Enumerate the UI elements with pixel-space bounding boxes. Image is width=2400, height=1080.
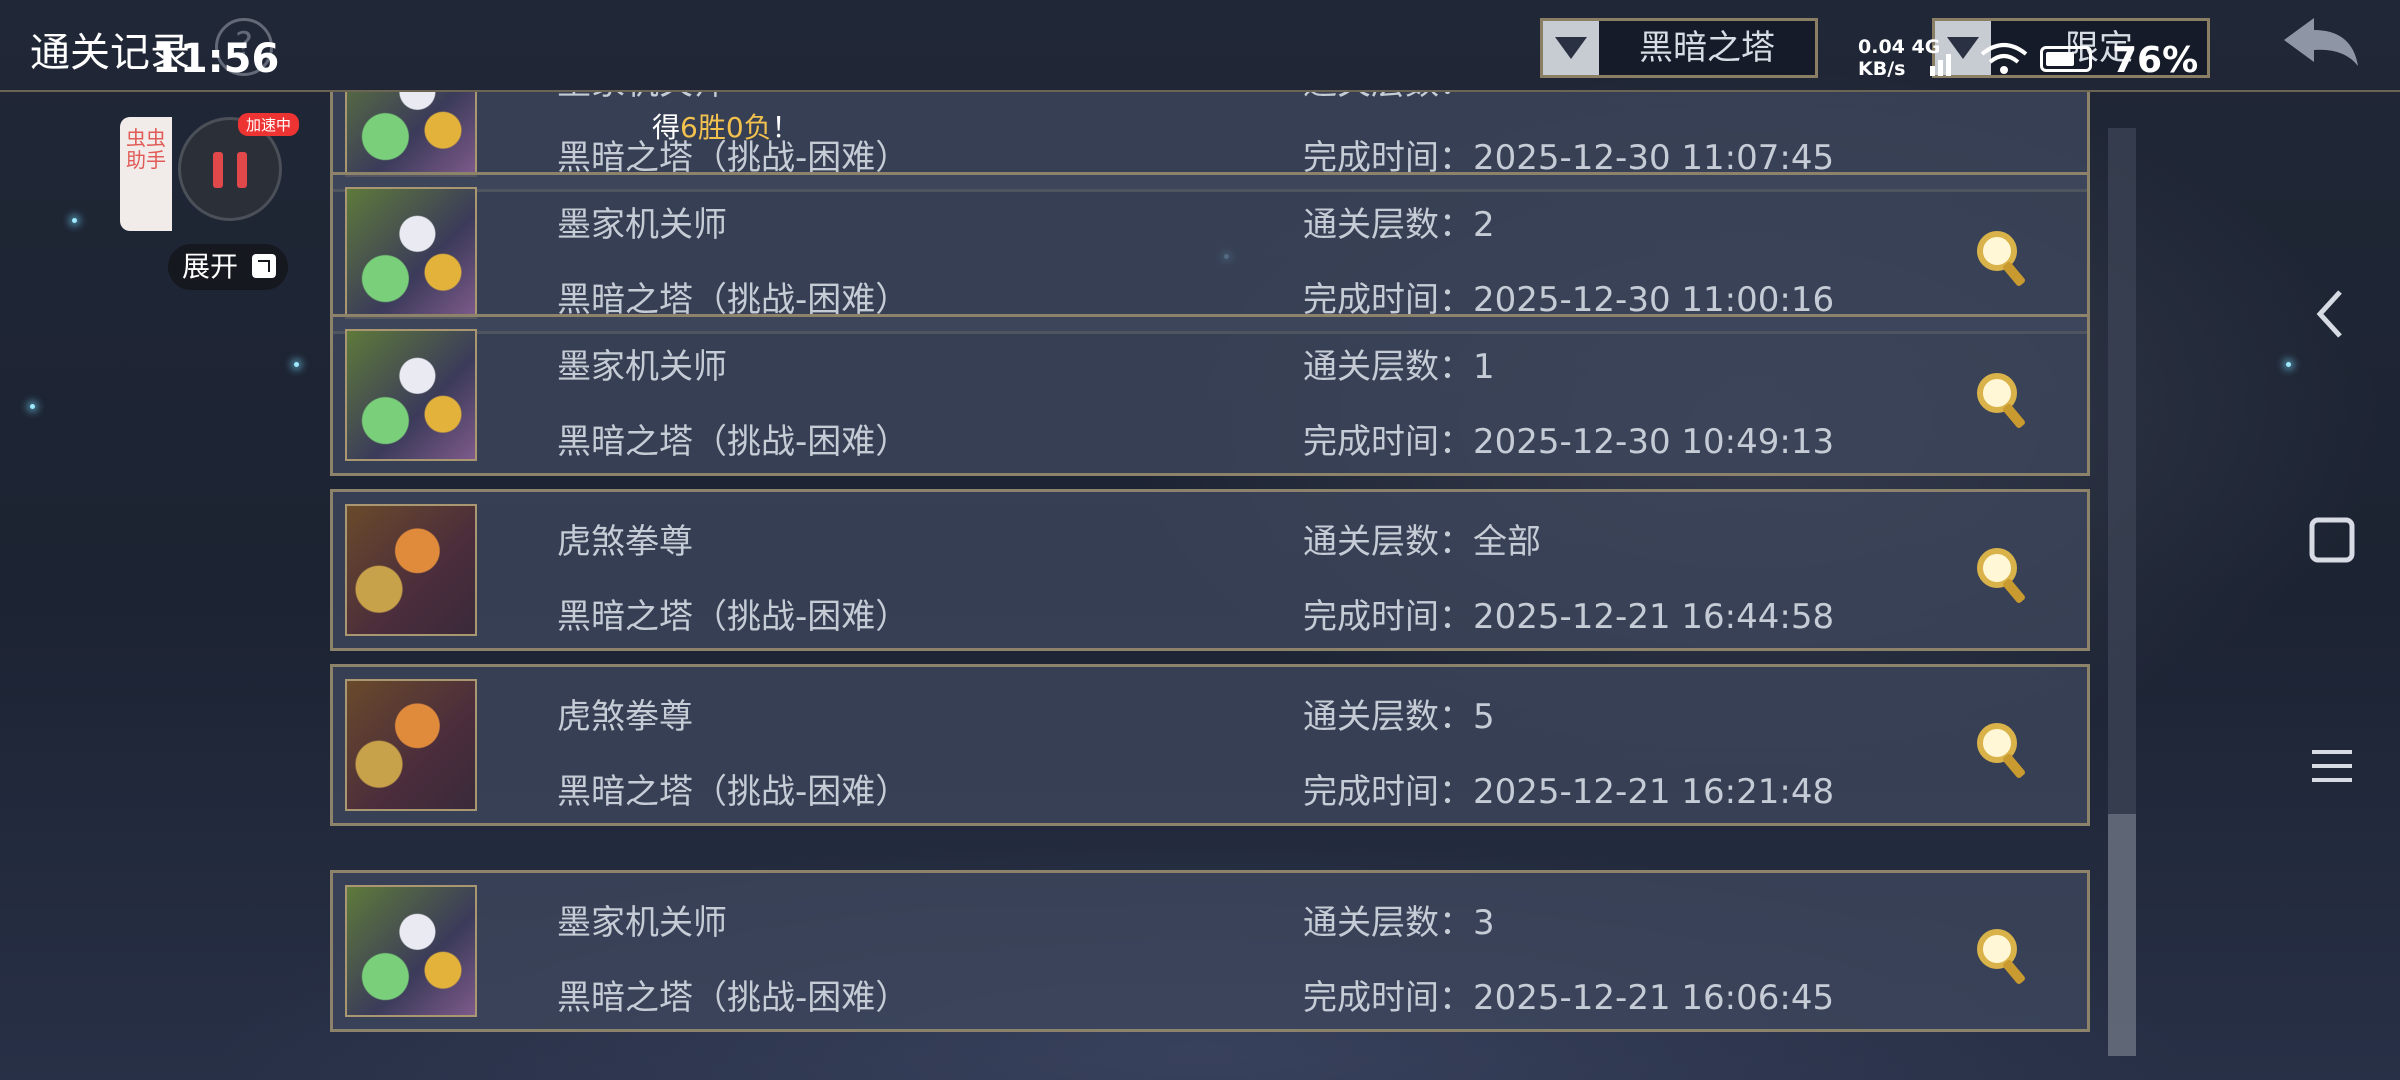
background-star [30, 404, 35, 409]
signal-icon [1930, 54, 1951, 76]
character-name: 墨家机关师 [557, 347, 727, 387]
magnifier-icon[interactable] [1973, 227, 2033, 291]
floors-label: 通关层数： [1303, 205, 1473, 245]
finish-time: 完成时间：2025-12-21 16:44:58 [1303, 589, 1834, 638]
mode-filter-label: 黑暗之塔 [1639, 28, 1775, 68]
floors-label: 通关层数： [1303, 92, 1473, 103]
toast-highlight: 6胜0负 [680, 111, 772, 144]
mode-filter-dropdown[interactable]: 黑暗之塔 [1540, 18, 1818, 78]
floors-label: 通关层数： [1303, 347, 1473, 387]
time-value: 2025-12-21 16:21:48 [1473, 772, 1835, 812]
finish-time: 完成时间：2025-12-30 10:49:13 [1303, 414, 1834, 463]
character-name: 墨家机关师 [557, 92, 727, 104]
record-row[interactable]: 墨家机关师 黑暗之塔（挑战-困难） 通关层数：2 完成时间：2025-12-30… [330, 172, 2090, 334]
scrollbar-thumb[interactable] [2108, 814, 2136, 1056]
floors-label: 通关层数： [1303, 903, 1473, 943]
battery-icon [2040, 46, 2092, 72]
finish-time: 完成时间：2025-12-21 16:21:48 [1303, 764, 1834, 813]
character-portrait [345, 187, 477, 319]
back-arrow-icon[interactable] [2278, 14, 2364, 74]
battery-percent: 76% [2112, 40, 2199, 81]
dropdown-arrow-icon [1543, 21, 1599, 75]
cleared-floors: 通关层数：全部 [1303, 514, 1541, 563]
record-list[interactable]: 墨家机关师 黑暗之塔（挑战-困难） 通关层数： 完成时间：2025-12-30 … [330, 92, 2090, 1042]
result-toast: 得6胜0负！ [652, 106, 800, 146]
mode-name: 黑暗之塔（挑战-困难） [557, 422, 910, 462]
helper-tab[interactable]: 虫虫助手 [120, 117, 172, 231]
speed-badge: 加速中 [238, 113, 300, 136]
toast-suffix: ！ [771, 111, 800, 144]
cleared-floors: 通关层数：5 [1303, 689, 1495, 738]
magnifier-icon[interactable] [1973, 544, 2033, 608]
background-star [294, 362, 299, 367]
wifi-icon [1980, 43, 2028, 74]
magnifier-icon[interactable] [1973, 369, 2033, 433]
character-portrait [345, 329, 477, 461]
toast-prefix: 得 [652, 111, 681, 144]
character-name: 墨家机关师 [557, 205, 727, 245]
hamburger-icon[interactable] [2300, 734, 2364, 798]
background-star [72, 218, 77, 223]
chevron-left-icon[interactable] [2300, 282, 2364, 346]
time-value: 2025-12-21 16:44:58 [1473, 597, 1835, 637]
magnifier-icon[interactable] [1973, 719, 2033, 783]
character-portrait [345, 679, 477, 811]
time-label: 完成时间： [1303, 597, 1473, 637]
floors-label: 通关层数： [1303, 697, 1473, 737]
record-row[interactable]: 虎煞拳尊 黑暗之塔（挑战-困难） 通关层数：5 完成时间：2025-12-21 … [330, 664, 2090, 826]
cleared-floors: 通关层数：1 [1303, 339, 1495, 388]
cleared-floors: 通关层数：2 [1303, 197, 1495, 246]
floors-value: 全部 [1473, 522, 1541, 562]
character-portrait [345, 885, 477, 1017]
time-label: 完成时间： [1303, 978, 1473, 1018]
expand-button[interactable]: 展开 [168, 244, 288, 290]
floors-label: 通关层数： [1303, 522, 1473, 562]
time-label: 完成时间： [1303, 772, 1473, 812]
network-speed-unit: KB/s [1858, 58, 1906, 80]
pause-icon [237, 152, 247, 188]
record-row[interactable]: 墨家机关师 黑暗之塔（挑战-困难） 通关层数：3 完成时间：2025-12-21… [330, 870, 2090, 1032]
character-portrait [345, 92, 477, 177]
mode-name: 黑暗之塔（挑战-困难） [557, 597, 910, 637]
character-name: 虎煞拳尊 [557, 697, 693, 737]
square-icon[interactable] [2300, 508, 2364, 572]
character-name: 虎煞拳尊 [557, 522, 693, 562]
cleared-floors: 通关层数： [1303, 92, 1473, 104]
background-star [2286, 362, 2291, 367]
expand-label: 展开 [182, 250, 239, 283]
network-speed-value: 0.04 4G [1858, 36, 1941, 58]
record-row[interactable]: 墨家机关师 黑暗之塔（挑战-困难） 通关层数：1 完成时间：2025-12-30… [330, 314, 2090, 476]
time-value: 2025-12-21 16:06:45 [1473, 978, 1835, 1018]
floors-value: 2 [1473, 205, 1495, 245]
floors-value: 5 [1473, 697, 1495, 737]
floors-value: 3 [1473, 903, 1495, 943]
time-label: 完成时间： [1303, 422, 1473, 462]
pause-icon [213, 152, 223, 188]
character-portrait [345, 504, 477, 636]
mode-name: 黑暗之塔（挑战-困难） [557, 978, 910, 1018]
character-name: 墨家机关师 [557, 903, 727, 943]
mode-name: 黑暗之塔（挑战-困难） [557, 772, 910, 812]
record-row[interactable]: 虎煞拳尊 黑暗之塔（挑战-困难） 通关层数：全部 完成时间：2025-12-21… [330, 489, 2090, 651]
time-value: 2025-12-30 10:49:13 [1473, 422, 1835, 462]
expand-icon [252, 254, 276, 278]
network-speed: 0.04 4G KB/s [1858, 36, 1940, 80]
magnifier-icon[interactable] [1973, 925, 2033, 989]
floors-value: 1 [1473, 347, 1495, 387]
finish-time: 完成时间：2025-12-21 16:06:45 [1303, 970, 1834, 1019]
status-time: 11:56 [152, 36, 280, 82]
cleared-floors: 通关层数：3 [1303, 895, 1495, 944]
